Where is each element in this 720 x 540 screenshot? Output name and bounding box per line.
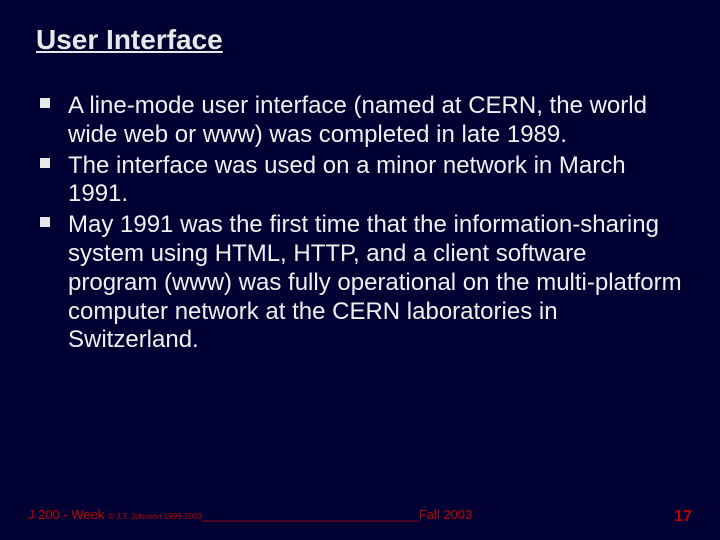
list-item: A line-mode user interface (named at CER… <box>38 92 682 150</box>
list-item: The interface was used on a minor networ… <box>38 152 682 210</box>
square-bullet-icon <box>40 98 50 108</box>
footer-line: ______________________________ <box>202 507 419 522</box>
slide: User Interface A line-mode user interfac… <box>0 0 720 540</box>
footer-copyright: © J.T. Johnson 1999-2003 <box>108 512 202 521</box>
list-item-text: May 1991 was the first time that the inf… <box>68 211 682 353</box>
square-bullet-icon <box>40 158 50 168</box>
list-item: May 1991 was the first time that the inf… <box>38 211 682 355</box>
square-bullet-icon <box>40 217 50 227</box>
slide-title: User Interface <box>36 24 690 56</box>
content-area: A line-mode user interface (named at CER… <box>30 92 690 355</box>
footer-course: J 200 - Week <box>28 507 104 522</box>
footer-term: Fall 2003 <box>419 507 472 522</box>
list-item-text: A line-mode user interface (named at CER… <box>68 92 647 148</box>
page-number: 17 <box>674 508 692 526</box>
list-item-text: The interface was used on a minor networ… <box>68 152 626 208</box>
footer: J 200 - Week © J.T. Johnson 1999-2003 __… <box>28 507 692 522</box>
bullet-list: A line-mode user interface (named at CER… <box>38 92 682 355</box>
